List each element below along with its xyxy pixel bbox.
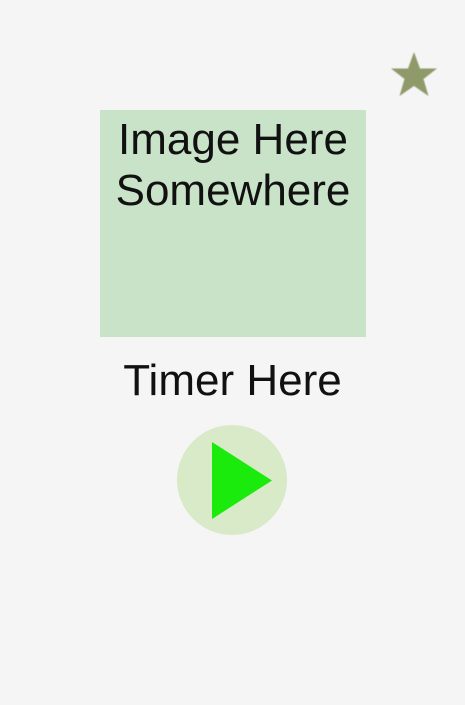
play-button[interactable] bbox=[177, 425, 287, 535]
star-icon bbox=[391, 52, 437, 96]
image-placeholder: Image Here Somewhere bbox=[100, 110, 366, 337]
timer-label: Timer Here bbox=[123, 356, 342, 405]
favorite-star-button[interactable] bbox=[389, 50, 439, 98]
image-placeholder-line-2: Somewhere bbox=[115, 166, 351, 215]
play-icon bbox=[212, 442, 272, 519]
image-placeholder-line-1: Image Here bbox=[118, 115, 348, 164]
